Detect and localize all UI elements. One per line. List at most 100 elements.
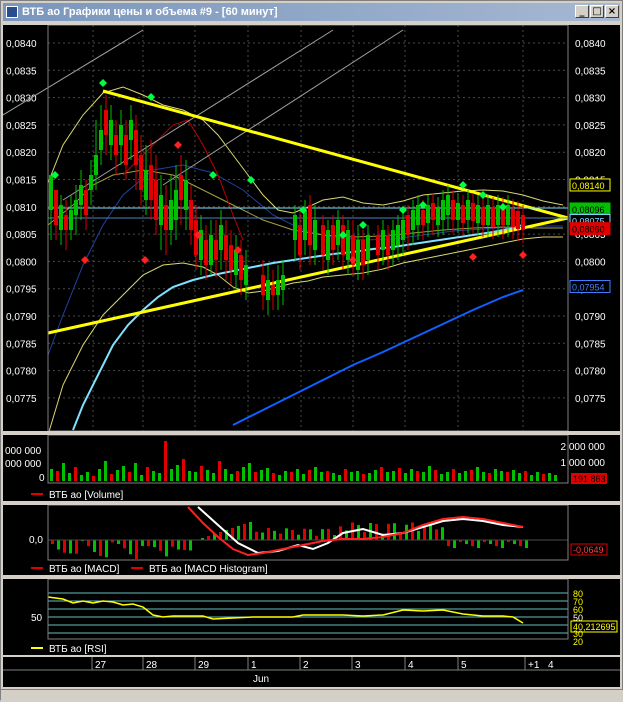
candle-body[interactable]	[298, 225, 302, 255]
candle-body[interactable]	[224, 235, 228, 260]
candle-body[interactable]	[451, 200, 455, 220]
candle-body[interactable]	[219, 225, 223, 250]
candle-body[interactable]	[59, 205, 63, 230]
candle-body[interactable]	[336, 220, 340, 245]
volume-panel[interactable]: 2 000 000 1 000 000 0 000 000 000 000 0 …	[3, 434, 620, 501]
macd-hist-legend[interactable]: ВТБ ао [MACD Histogram]	[149, 564, 268, 575]
candle-body[interactable]	[511, 209, 515, 227]
candle-body[interactable]	[214, 240, 218, 260]
candle-body[interactable]	[139, 155, 143, 190]
candle-body[interactable]	[89, 175, 93, 190]
candle-body[interactable]	[119, 125, 123, 145]
candle-body[interactable]	[261, 275, 265, 295]
candle-body[interactable]	[49, 175, 53, 210]
candle-body[interactable]	[109, 120, 113, 145]
candle-body[interactable]	[516, 211, 520, 229]
macd-panel[interactable]: 0,0 -0,0649 ВТБ ао [MACD] ВТБ ао [MACD H…	[3, 504, 620, 575]
candle-body[interactable]	[356, 240, 360, 270]
candle-body[interactable]	[308, 205, 312, 245]
candle-body[interactable]	[313, 220, 317, 250]
candle-body[interactable]	[421, 210, 425, 225]
candle-body[interactable]	[209, 235, 213, 265]
rsi-legend[interactable]: ВТБ ао [RSI]	[49, 644, 107, 655]
minimize-button[interactable]: _	[575, 5, 589, 18]
candle-body[interactable]	[144, 170, 148, 200]
candle-body[interactable]	[84, 190, 88, 215]
title-bar[interactable]: ВТБ ао Графики цены и объема #9 - [60 ми…	[3, 3, 620, 21]
candle-body[interactable]	[159, 195, 163, 225]
candle-body[interactable]	[239, 255, 243, 280]
candle-body[interactable]	[234, 250, 238, 275]
time-axis-svg[interactable]: 27 28 29 1 2 3 4 5 +1 Jun 4	[3, 657, 620, 687]
volume-legend[interactable]: ВТБ ао [Volume]	[49, 490, 123, 501]
candle-body[interactable]	[281, 275, 285, 290]
macd-chart[interactable]: 0,0 -0,0649 ВТБ ао [MACD] ВТБ ао [MACD H…	[3, 504, 620, 575]
candle-body[interactable]	[481, 207, 485, 225]
candle-body[interactable]	[436, 207, 440, 225]
candle-body[interactable]	[506, 205, 510, 225]
candle-body[interactable]	[376, 235, 380, 255]
candle-body[interactable]	[271, 285, 275, 295]
app-icon[interactable]	[6, 6, 18, 18]
candle-body[interactable]	[441, 200, 445, 220]
candle-body[interactable]	[54, 190, 58, 225]
price-chart-panel[interactable]: 0,0840 0,0840 0,0835 0,0835 0,0830 0,0830 0,08…	[2, 24, 620, 436]
candle-body[interactable]	[461, 205, 465, 223]
candle-body[interactable]	[266, 280, 270, 300]
candle-body[interactable]	[69, 210, 73, 230]
candle-body[interactable]	[134, 130, 138, 165]
candle-body[interactable]	[521, 215, 525, 230]
maximize-button[interactable]: □	[590, 5, 604, 18]
candle-body[interactable]	[486, 205, 490, 225]
candle-body[interactable]	[169, 200, 173, 230]
candle-body[interactable]	[466, 200, 470, 220]
candle-body[interactable]	[471, 203, 475, 221]
time-axis[interactable]: 27 28 29 1 2 3 4 5 +1 Jun 4	[3, 657, 620, 687]
candle-body[interactable]	[321, 225, 325, 255]
rsi-panel[interactable]: 80 70 60 50 40,212695 30 20 50 ВТБ ао [R…	[3, 578, 620, 655]
candle-body[interactable]	[401, 220, 405, 240]
candle-body[interactable]	[74, 200, 78, 215]
candle-body[interactable]	[361, 240, 365, 265]
candle-body[interactable]	[381, 230, 385, 250]
candle-body[interactable]	[184, 180, 188, 210]
candle-body[interactable]	[164, 205, 168, 230]
candle-body[interactable]	[229, 245, 233, 270]
candle-body[interactable]	[391, 230, 395, 250]
candle-body[interactable]	[99, 130, 103, 150]
candle-body[interactable]	[104, 110, 108, 135]
candle-body[interactable]	[476, 205, 480, 223]
candle-body[interactable]	[396, 225, 400, 245]
rsi-chart[interactable]: 80 70 60 50 40,212695 30 20 50 ВТБ ао [R…	[3, 578, 620, 655]
candle-body[interactable]	[331, 225, 335, 250]
price-chart[interactable]: 0,0840 0,0840 0,0835 0,0835 0,0830 0,0830 0,08…	[2, 24, 620, 436]
macd-legend[interactable]: ВТБ ао [MACD]	[49, 564, 120, 575]
candle-body[interactable]	[456, 203, 460, 220]
candle-body[interactable]	[411, 210, 415, 230]
candle-body[interactable]	[94, 155, 98, 175]
close-button[interactable]: ×	[605, 5, 619, 18]
candle-body[interactable]	[303, 210, 307, 240]
candle-body[interactable]	[341, 225, 345, 255]
candle-body[interactable]	[129, 120, 133, 140]
candle-body[interactable]	[346, 230, 350, 260]
candle-body[interactable]	[204, 240, 208, 265]
candle-body[interactable]	[406, 215, 410, 235]
candle-body[interactable]	[189, 200, 193, 230]
candle-body[interactable]	[496, 205, 500, 225]
candle-body[interactable]	[426, 205, 430, 223]
candle-body[interactable]	[366, 235, 370, 260]
candle-body[interactable]	[174, 190, 178, 220]
candle-body[interactable]	[114, 135, 118, 155]
candle-body[interactable]	[386, 235, 390, 255]
candle-body[interactable]	[244, 265, 248, 285]
candle-body[interactable]	[154, 180, 158, 220]
candle-body[interactable]	[276, 280, 280, 295]
candle-body[interactable]	[446, 195, 450, 215]
candle-body[interactable]	[179, 175, 183, 200]
candle-body[interactable]	[124, 135, 128, 165]
candle-body[interactable]	[149, 165, 153, 200]
volume-chart[interactable]: 2 000 000 1 000 000 0 000 000 000 000 0 …	[3, 434, 620, 501]
candle-body[interactable]	[491, 207, 495, 227]
candle-body[interactable]	[293, 215, 297, 240]
